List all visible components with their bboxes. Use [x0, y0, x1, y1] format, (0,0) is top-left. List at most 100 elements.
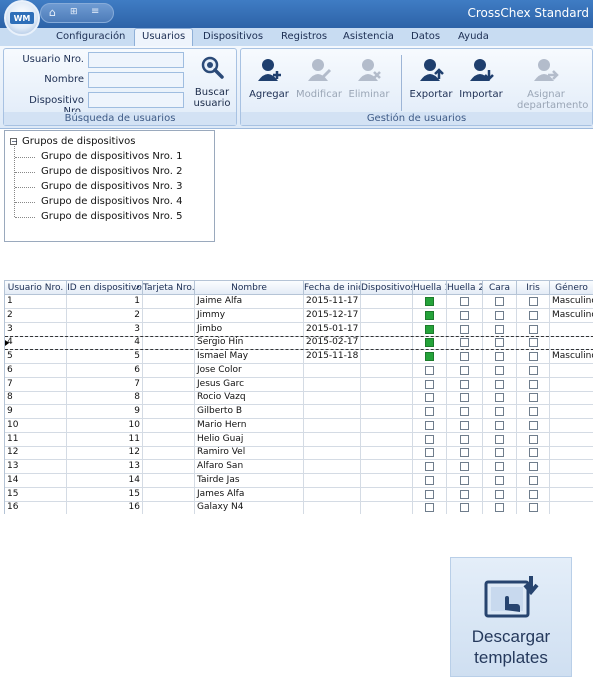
- checkbox[interactable]: [495, 434, 504, 444]
- table-row[interactable]: 13 13 Alfaro San: [5, 460, 593, 474]
- column-header-name[interactable]: Nombre: [195, 281, 304, 295]
- checkbox[interactable]: [425, 393, 434, 403]
- tab-usuarios[interactable]: Usuarios: [134, 28, 194, 46]
- checkbox[interactable]: [495, 310, 504, 320]
- checkbox[interactable]: [460, 297, 469, 306]
- tab-datos[interactable]: Datos: [411, 29, 440, 46]
- tab-ayuda[interactable]: Ayuda: [458, 29, 489, 46]
- checkbox[interactable]: [528, 379, 538, 389]
- add-user-button[interactable]: Agregar: [247, 55, 291, 113]
- checkbox[interactable]: [460, 338, 469, 348]
- tree-item-group-4[interactable]: Grupo de dispositivos Nro. 4: [41, 196, 182, 207]
- checkbox[interactable]: [528, 365, 538, 375]
- checkbox[interactable]: [460, 503, 469, 513]
- checkbox[interactable]: [425, 365, 434, 375]
- download-templates-button[interactable]: Descargar templates: [450, 557, 572, 677]
- checkbox-checked[interactable]: [425, 338, 434, 348]
- checkbox[interactable]: [460, 489, 469, 499]
- table-row[interactable]: 2 2 Jimmy 2015-12-17 Masculino: [5, 308, 593, 323]
- checkbox[interactable]: [495, 338, 504, 348]
- checkbox[interactable]: [528, 407, 538, 416]
- tab-asistencia[interactable]: Asistencia: [343, 29, 394, 46]
- app-logo-icon[interactable]: WM: [4, 0, 40, 36]
- tree-root[interactable]: Grupos de dispositivos: [22, 136, 135, 147]
- checkbox[interactable]: [460, 324, 469, 334]
- checkbox[interactable]: [495, 503, 504, 513]
- checkbox[interactable]: [460, 365, 469, 375]
- tree-item-group-3[interactable]: Grupo de dispositivos Nro. 3: [41, 181, 182, 192]
- column-header-iris[interactable]: Iris: [517, 281, 550, 295]
- checkbox[interactable]: [460, 475, 469, 485]
- export-button[interactable]: Exportar: [409, 55, 453, 113]
- checkbox-checked[interactable]: [425, 352, 434, 361]
- checkbox[interactable]: [460, 434, 469, 444]
- checkbox[interactable]: [460, 310, 469, 320]
- delete-user-button[interactable]: Eliminar: [347, 55, 391, 113]
- checkbox[interactable]: [460, 393, 469, 403]
- checkbox[interactable]: [495, 365, 504, 375]
- column-header-start-date[interactable]: Fecha de inicio: [304, 281, 361, 295]
- column-header-gender[interactable]: Género: [550, 281, 593, 295]
- checkbox[interactable]: [495, 489, 504, 499]
- table-row[interactable]: 10 10 Mario Hern: [5, 418, 593, 433]
- table-row[interactable]: 8 8 Rocio Vazq: [5, 391, 593, 406]
- checkbox[interactable]: [528, 352, 538, 361]
- checkbox[interactable]: [528, 462, 538, 471]
- checkbox[interactable]: [528, 324, 538, 334]
- checkbox[interactable]: [495, 324, 504, 334]
- checkbox-checked[interactable]: [425, 310, 434, 320]
- column-header-face[interactable]: Cara: [483, 281, 517, 295]
- checkbox[interactable]: [425, 379, 434, 389]
- tab-registros[interactable]: Registros: [281, 29, 327, 46]
- checkbox[interactable]: [425, 475, 434, 485]
- table-row[interactable]: 11 11 Helio Guaj: [5, 432, 593, 447]
- checkbox[interactable]: [495, 352, 504, 361]
- checkbox[interactable]: [528, 393, 538, 403]
- table-row[interactable]: 4 4 Sergio Hin 2015-02-17: [5, 336, 593, 351]
- checkbox[interactable]: [528, 420, 538, 430]
- checkbox[interactable]: [460, 448, 469, 458]
- tree-item-group-5[interactable]: Grupo de dispositivos Nro. 5: [41, 211, 182, 222]
- home-icon[interactable]: ⌂: [49, 6, 56, 19]
- device-no-input[interactable]: [88, 92, 184, 108]
- column-header-fingerprint-1[interactable]: Huella 1: [413, 281, 447, 295]
- table-row[interactable]: 14 14 Tairde Jas: [5, 473, 593, 488]
- checkbox[interactable]: [528, 338, 538, 348]
- search-user-button[interactable]: Buscar usuario: [190, 53, 234, 111]
- checkbox-checked[interactable]: [425, 297, 434, 306]
- checkbox[interactable]: [425, 503, 434, 513]
- assign-department-button[interactable]: Asignar departamento: [517, 55, 588, 113]
- checkbox[interactable]: [495, 297, 504, 306]
- table-row[interactable]: 6 6 Jose Color: [5, 363, 593, 378]
- user-no-input[interactable]: [88, 52, 184, 68]
- checkbox[interactable]: [460, 352, 469, 361]
- column-header-devices[interactable]: Dispositivos: [361, 281, 413, 295]
- checkbox[interactable]: [495, 420, 504, 430]
- column-header-device-id[interactable]: ID en dispositivo ↗: [67, 281, 143, 295]
- table-row[interactable]: 5 5 Ismael May 2015-11-18 Masculino: [5, 350, 593, 364]
- checkbox[interactable]: [528, 448, 538, 458]
- column-header-card-no[interactable]: Tarjeta Nro.: [143, 281, 195, 295]
- checkbox[interactable]: [528, 434, 538, 444]
- table-row[interactable]: 16 16 Galaxy N4: [5, 501, 593, 514]
- tab-dispositivos[interactable]: Dispositivos: [203, 29, 263, 46]
- checkbox-checked[interactable]: [425, 324, 434, 334]
- table-row[interactable]: 9 9 Gilberto B: [5, 405, 593, 419]
- checkbox[interactable]: [425, 448, 434, 458]
- import-button[interactable]: Importar: [459, 55, 503, 113]
- checkbox[interactable]: [460, 407, 469, 416]
- checkbox[interactable]: [528, 297, 538, 306]
- column-header-user-no[interactable]: Usuario Nro.: [5, 281, 67, 295]
- table-row[interactable]: 15 15 James Alfa: [5, 487, 593, 502]
- column-header-fingerprint-2[interactable]: Huella 2: [447, 281, 483, 295]
- table-row[interactable]: 12 12 Ramiro Vel: [5, 446, 593, 461]
- collapse-icon[interactable]: −: [10, 138, 18, 146]
- checkbox[interactable]: [495, 379, 504, 389]
- checkbox[interactable]: [460, 379, 469, 389]
- tab-configuracion[interactable]: Configuración: [56, 29, 125, 46]
- checkbox[interactable]: [460, 462, 469, 471]
- checkbox[interactable]: [495, 462, 504, 471]
- checkbox[interactable]: [528, 489, 538, 499]
- checkbox[interactable]: [495, 407, 504, 416]
- checkbox[interactable]: [425, 420, 434, 430]
